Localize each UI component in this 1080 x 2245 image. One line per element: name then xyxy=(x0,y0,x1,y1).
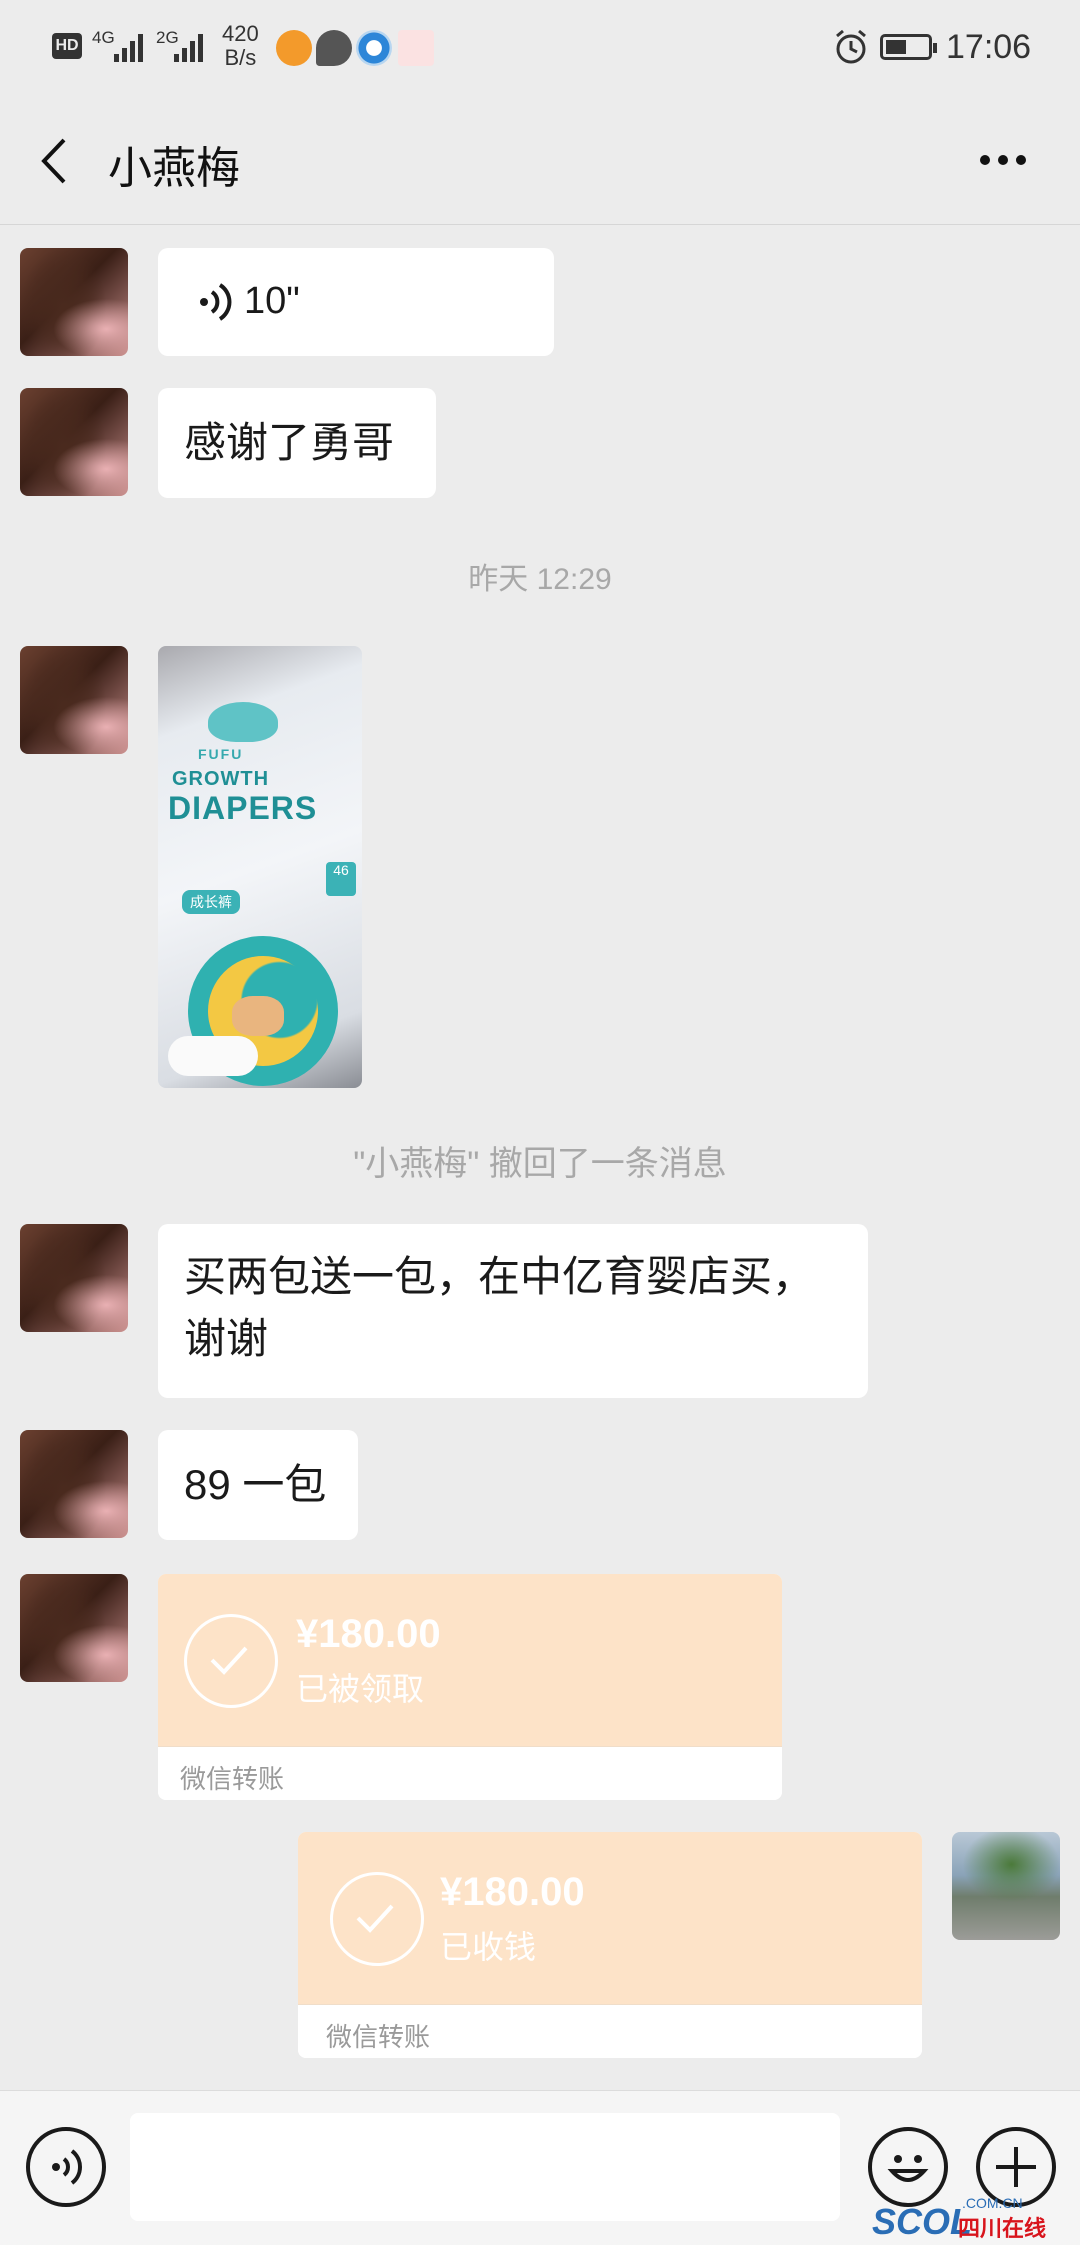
voice-icon xyxy=(52,2149,82,2185)
voice-duration: 10" xyxy=(244,280,300,322)
browser-app-icon xyxy=(356,30,392,66)
voice-input-button[interactable] xyxy=(26,2127,106,2207)
voice-message-bubble[interactable]: 10" xyxy=(158,248,554,356)
transfer-check-icon xyxy=(184,1614,278,1708)
watermark-text: 四川在线 xyxy=(958,2216,1047,2241)
transfer-card-sent[interactable]: ¥180.00 已收钱 微信转账 xyxy=(298,1832,922,2058)
transfer-label: 微信转账 xyxy=(180,1764,285,1794)
app-s-icon xyxy=(276,30,312,66)
product-image[interactable]: FUFU GROWTH DIAPERS 成长裤 46 xyxy=(158,646,362,1088)
product-count: 46 xyxy=(326,862,356,896)
transfer-status: 已收钱 xyxy=(440,1929,537,1965)
emoji-button[interactable] xyxy=(868,2127,948,2207)
text-message-bubble[interactable]: 买两包送一包，在中亿育婴店买， 谢谢 xyxy=(158,1224,868,1398)
message-text-line2: 谢谢 xyxy=(184,1315,269,1362)
recall-notice: "小燕梅" 撤回了一条消息 xyxy=(353,1145,727,1183)
transfer-status: 已被领取 xyxy=(296,1671,425,1707)
transfer-card-body: ¥180.00 已被领取 xyxy=(158,1574,782,1746)
product-line1: GROWTH xyxy=(172,768,270,790)
transfer-footer: 微信转账 xyxy=(298,2004,922,2058)
alarm-icon xyxy=(836,29,866,64)
contact-avatar[interactable] xyxy=(20,646,128,754)
more-options-icon[interactable] xyxy=(978,152,1028,168)
transfer-amount: ¥180.00 xyxy=(296,1612,441,1656)
back-arrow-icon[interactable] xyxy=(34,136,74,186)
chat-app-icon xyxy=(316,30,352,66)
hd-icon: HD xyxy=(52,33,82,59)
transfer-card-received[interactable]: ¥180.00 已被领取 微信转账 xyxy=(158,1574,782,1800)
contact-avatar[interactable] xyxy=(20,1224,128,1332)
sina-app-icon xyxy=(398,30,434,66)
status-bar: HD 4G 2G 420 B/s 17:06 xyxy=(0,0,1080,96)
message-text-line1: 买两包送一包，在中亿育婴店买， xyxy=(184,1253,815,1300)
plus-icon xyxy=(996,2147,1036,2187)
text-message-bubble[interactable]: 89 一包 xyxy=(158,1430,358,1540)
self-avatar[interactable] xyxy=(952,1832,1060,1940)
transfer-amount: ¥180.00 xyxy=(440,1870,585,1914)
net-speed-value: 420 xyxy=(222,21,259,46)
text-message-bubble[interactable]: 感谢了勇哥 xyxy=(158,388,436,498)
product-line2: DIAPERS xyxy=(168,790,318,826)
net-speed: 420 B/s xyxy=(222,22,259,70)
contact-avatar[interactable] xyxy=(20,248,128,356)
input-bar: SCOL .COM.CN 四川在线 xyxy=(0,2090,1080,2245)
contact-avatar[interactable] xyxy=(20,1574,128,1682)
timestamp: 昨天 12:29 xyxy=(468,563,612,596)
contact-avatar[interactable] xyxy=(20,388,128,496)
hd-label: HD xyxy=(55,37,79,54)
product-brand: FUFU xyxy=(198,746,244,762)
chat-title: 小燕梅 xyxy=(108,144,240,193)
chat-header: 小燕梅 xyxy=(0,96,1080,225)
emoji-icon xyxy=(887,2155,929,2182)
watermark-brand: SCOL xyxy=(872,2201,973,2242)
bear-graphic xyxy=(232,996,284,1036)
bear-logo-icon xyxy=(208,702,278,742)
transfer-check-icon xyxy=(330,1872,424,1966)
voice-wave-icon xyxy=(200,283,232,321)
signal-icon-1 xyxy=(114,34,143,62)
transfer-card-body: ¥180.00 已收钱 xyxy=(298,1832,922,2004)
cloud-graphic xyxy=(168,1036,258,1076)
product-tag: 成长裤 xyxy=(182,890,240,914)
message-text: 感谢了勇哥 xyxy=(184,419,395,466)
message-text: 89 一包 xyxy=(184,1461,327,1508)
battery-icon xyxy=(880,34,937,60)
signal-icon-2 xyxy=(174,34,203,62)
transfer-label: 微信转账 xyxy=(326,2022,431,2052)
clock: 17:06 xyxy=(946,28,1032,66)
transfer-footer: 微信转账 xyxy=(158,1746,782,1800)
message-input[interactable] xyxy=(130,2113,840,2221)
contact-avatar[interactable] xyxy=(20,1430,128,1538)
watermark-domain: .COM.CN xyxy=(962,2195,1023,2211)
net-speed-unit: B/s xyxy=(224,45,257,70)
